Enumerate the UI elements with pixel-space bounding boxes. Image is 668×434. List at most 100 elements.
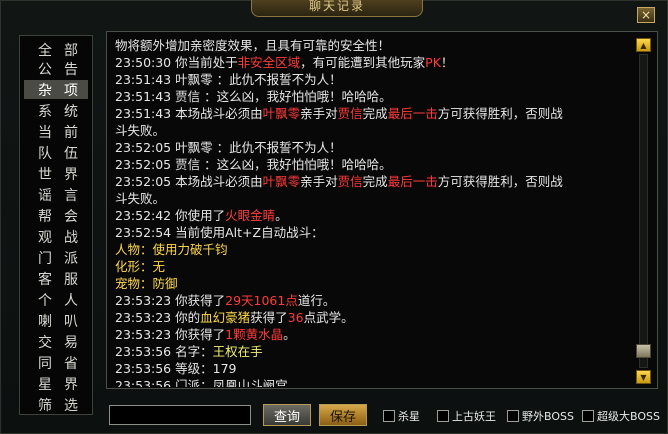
sidebar-item[interactable]: 星界: [24, 374, 88, 393]
chat-message-segment: 23:53:23 你获得了: [115, 293, 226, 308]
sidebar-item-char: 当: [38, 124, 52, 141]
chat-message-segment: 方可获得胜利，否则战: [437, 174, 563, 189]
chat-message-segment: 。: [283, 327, 296, 342]
chat-message-segment: 叶飘零: [262, 106, 301, 121]
filter-killstar-checkbox[interactable]: [383, 410, 395, 422]
arrow-down-icon: ▼: [640, 372, 647, 382]
scroll-down-button[interactable]: ▼: [636, 370, 651, 384]
sidebar-item[interactable]: 公告: [24, 59, 88, 78]
sidebar-item-char: 会: [64, 208, 78, 225]
chat-message-segment: 最后一击: [387, 174, 438, 189]
chat-message-segment: 36: [287, 310, 304, 325]
scroll-up-button[interactable]: ▲: [636, 38, 651, 52]
sidebar-item-char: 界: [64, 166, 78, 183]
sidebar-item[interactable]: 队伍: [24, 143, 88, 162]
sidebar-item[interactable]: 帮会: [24, 206, 88, 225]
save-button[interactable]: 保存: [319, 404, 367, 426]
window-title: 聊天记录: [251, 0, 423, 17]
sidebar-item-char: 派: [64, 250, 78, 267]
chat-scrollbar[interactable]: ▲ ▼: [636, 38, 651, 384]
query-button[interactable]: 查询: [263, 404, 311, 426]
chat-message-segment: 1颗黄水晶: [225, 327, 284, 342]
chat-message-segment: 完成: [362, 106, 388, 121]
chat-message-segment: 人物：使用力破千钧: [115, 242, 228, 257]
chat-message-segment: 23:52:05 叶飘零 ：此仇不报誓不为人！: [115, 140, 342, 155]
search-input[interactable]: [109, 405, 251, 425]
sidebar-item-char: 言: [64, 187, 78, 204]
chat-message: 23:52:05 贾信 ：这么凶，我好怕怕哦！哈哈哈。: [115, 156, 635, 173]
sidebar-item[interactable]: 世界: [24, 164, 88, 183]
sidebar-item-char: 界: [64, 376, 78, 393]
scroll-track[interactable]: [639, 54, 648, 368]
chat-message-segment: 物将额外增加亲密度效果，且具有可靠的安全性！: [115, 38, 391, 53]
sidebar-item-char: 世: [38, 166, 52, 183]
sidebar-item[interactable]: 门派: [24, 248, 88, 267]
chat-message-segment: 最后一击: [387, 106, 438, 121]
sidebar-item-char: 客: [38, 271, 52, 288]
channel-sidebar: 全部公告杂项系统当前队伍世界谣言帮会观战门派客服个人喇叭交易同省星界筛选: [19, 35, 93, 415]
sidebar-item-char: 省: [64, 355, 78, 372]
chat-message: 23:51:43 贾信 ：这么凶，我好怕怕哦！哈哈哈。: [115, 88, 635, 105]
filter-super-boss-checkbox[interactable]: [582, 410, 594, 422]
chat-message-segment: 23:51:43 叶飘零 ：此仇不报誓不为人！: [115, 72, 342, 87]
sidebar-item[interactable]: 个人: [24, 290, 88, 309]
chat-message-segment: 23:53:23 你的: [115, 310, 201, 325]
sidebar-item-char: 项: [64, 82, 78, 99]
sidebar-item-char: 喇: [38, 313, 52, 330]
chat-message-segment: 斗失败。: [115, 191, 166, 206]
chat-message-segment: 亲手对: [300, 174, 338, 189]
sidebar-item-char: 服: [64, 271, 78, 288]
sidebar-item-char: 人: [64, 292, 78, 309]
chat-message-segment: 贾信: [337, 174, 363, 189]
filter-field-boss[interactable]: 野外BOSS: [507, 408, 574, 424]
chat-message-segment: 化形：无: [115, 259, 166, 274]
sidebar-item-char: 杂: [38, 82, 52, 99]
sidebar-item-char: 队: [38, 145, 52, 162]
sidebar-item-char: 公: [38, 61, 52, 78]
sidebar-item[interactable]: 系统: [24, 101, 88, 120]
filter-killstar[interactable]: 杀星: [383, 408, 420, 424]
chat-message-segment: 斗失败。: [115, 123, 166, 138]
chat-message-segment: 23:51:43 贾信 ：这么凶，我好怕怕哦！哈哈哈。: [115, 89, 392, 104]
scroll-thumb[interactable]: [636, 344, 651, 358]
chat-message: 23:53:23 你的血幻豪猪获得了36点武学。: [115, 309, 635, 326]
chat-message: 化形：无: [115, 258, 635, 275]
chat-message-list: 物将额外增加亲密度效果，且具有可靠的安全性！ 23:50:30 你当前处于非安全区…: [115, 37, 635, 387]
sidebar-item-char: 易: [64, 334, 78, 351]
filter-field-boss-checkbox[interactable]: [507, 410, 519, 422]
sidebar-item[interactable]: 谣言: [24, 185, 88, 204]
filter-ancient-demon-king-label: 上古妖王: [452, 410, 496, 423]
chat-message-segment: 方可获得胜利，否则战: [437, 106, 563, 121]
chat-message-segment: 道行。: [297, 293, 336, 308]
sidebar-item-char: 星: [38, 376, 52, 393]
sidebar-item[interactable]: 全部: [24, 40, 88, 59]
chat-history-window: 聊天记录 × 全部公告杂项系统当前队伍世界谣言帮会观战门派客服个人喇叭交易同省星…: [0, 0, 668, 434]
sidebar-item-char: 伍: [64, 145, 78, 162]
filter-ancient-demon-king-checkbox[interactable]: [437, 410, 449, 422]
sidebar-item[interactable]: 杂项: [24, 80, 88, 99]
chat-message: 23:53:56 门派：凤凰山斗阙宫: [115, 377, 635, 387]
sidebar-item[interactable]: 当前: [24, 122, 88, 141]
sidebar-item[interactable]: 筛选: [24, 395, 88, 414]
sidebar-item-char: 全: [38, 42, 52, 59]
sidebar-item-char: 选: [64, 397, 78, 414]
sidebar-item-char: 同: [38, 355, 52, 372]
sidebar-item[interactable]: 同省: [24, 353, 88, 372]
sidebar-item[interactable]: 喇叭: [24, 311, 88, 330]
sidebar-item-char: 部: [64, 42, 78, 59]
sidebar-item[interactable]: 客服: [24, 269, 88, 288]
chat-message: 23:53:56 名字：王权在手: [115, 343, 635, 360]
sidebar-item[interactable]: 交易: [24, 332, 88, 351]
chat-message: 23:51:43 本场战斗必须由叶飘零亲手对贾信完成最后一击方可获得胜利，否则战: [115, 105, 635, 122]
sidebar-item[interactable]: 观战: [24, 227, 88, 246]
chat-message: 23:53:56 等级：179: [115, 360, 635, 377]
sidebar-item-char: 筛: [38, 397, 52, 414]
filter-ancient-demon-king[interactable]: 上古妖王: [437, 408, 496, 424]
close-button[interactable]: ×: [637, 7, 655, 23]
filter-super-boss[interactable]: 超级大BOSS: [582, 408, 660, 424]
chat-message: 斗失败。: [115, 122, 635, 139]
sidebar-item-char: 前: [64, 124, 78, 141]
chat-message-segment: 获得了: [250, 310, 288, 325]
sidebar-item-char: 系: [38, 103, 52, 120]
chat-message-segment: 叶飘零: [262, 174, 301, 189]
